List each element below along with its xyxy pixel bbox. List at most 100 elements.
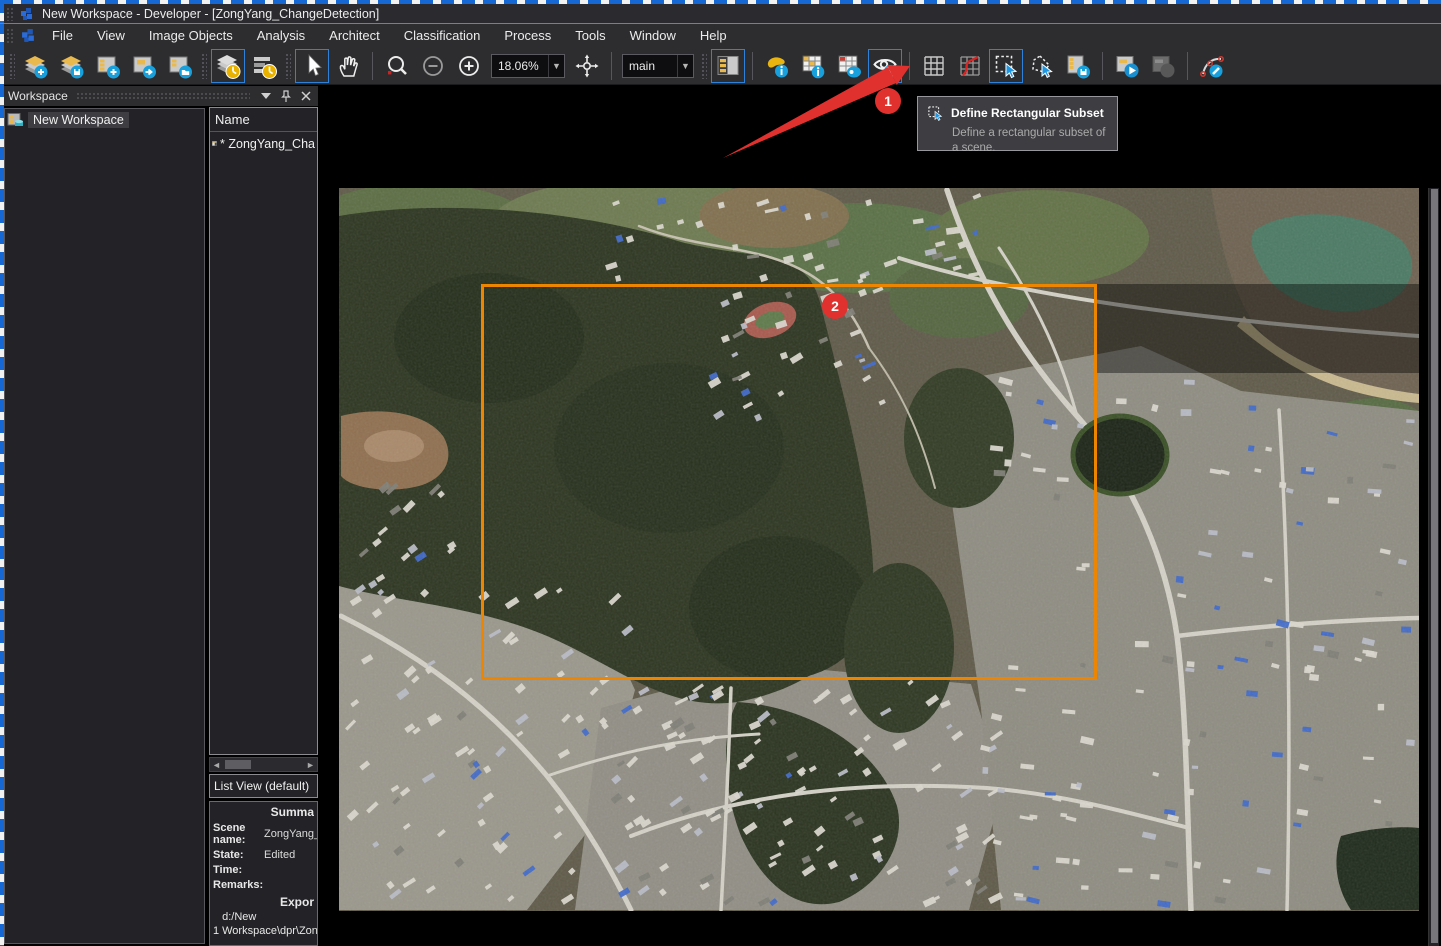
object-table-icon [835,52,863,80]
zoom-in-icon [455,52,483,80]
map-combo[interactable]: main ▼ [622,54,694,78]
time-label: Time: [213,864,260,876]
rectangular-subset-icon [926,104,944,122]
toolbar-separator [752,52,753,80]
menu-help[interactable]: Help [688,24,739,47]
panel-pin-button[interactable] [278,88,294,104]
zoom-level-combo[interactable]: 18.06% ▼ [491,54,565,78]
workspace-panel-title: Workspace [8,89,68,103]
remarks-label: Remarks: [213,879,260,891]
workspace-files-panel: Name * ZongYang_Cha [209,107,318,755]
export-path: d:/New Workspace\dpr\Zong [222,911,318,939]
zoom-in-button[interactable] [452,49,486,83]
feature-view-button[interactable] [796,49,830,83]
menu-image-objects[interactable]: Image Objects [137,24,245,47]
summary-header: Summa [213,805,314,819]
pan-to-center-button[interactable] [570,49,604,83]
workspace-tree-panel: New Workspace [4,108,205,944]
annotation-step-1: 1 [875,88,901,114]
zoom-out-button[interactable] [416,49,450,83]
file-row-zongyang[interactable]: * ZongYang_Cha [210,132,317,155]
menu-view[interactable]: View [85,24,137,47]
scroll-right-arrow-icon[interactable]: ► [304,758,317,771]
close-icon [301,91,311,101]
toolbar-separator [1102,52,1103,80]
workspace-window-button[interactable] [211,49,245,83]
map-name-value: main [629,59,671,73]
summary-panel: Summa Scene name:ZongYang_ State:Edited … [209,801,318,946]
zoom-area-icon [383,52,411,80]
view-layout-button[interactable] [711,49,745,83]
state-label: State: [213,849,260,861]
grid-cutline-icon [956,52,984,80]
menu-file[interactable]: File [40,24,85,47]
new-project-button[interactable] [19,49,53,83]
tree-item-new-workspace[interactable]: New Workspace [5,109,204,131]
define-rectangular-subset-button[interactable] [989,49,1023,83]
toolbar-separator [372,52,373,80]
menu-window[interactable]: Window [618,24,688,47]
zoom-level-value: 18.06% [498,59,542,73]
toolbar-separator [285,53,291,79]
scene-name-label: Scene name: [213,822,260,846]
title-bar: New Workspace - Developer - [ZongYang_Ch… [4,4,1441,23]
show-grid-button[interactable] [917,49,951,83]
menu-process[interactable]: Process [492,24,563,47]
define-polygon-subset-button[interactable] [1025,49,1059,83]
select-tool-button[interactable] [295,49,329,83]
menu-tools[interactable]: Tools [563,24,617,47]
app-logo-icon [20,7,34,21]
image-object-information-button[interactable] [760,49,794,83]
scrollbar-track[interactable] [223,758,304,771]
save-project-icon [58,52,86,80]
toggle-cutline-button[interactable] [953,49,987,83]
chevron-down-icon[interactable]: ▼ [548,55,564,77]
menu-analysis[interactable]: Analysis [245,24,317,47]
edit-polygon-button[interactable] [1195,49,1229,83]
scroll-left-arrow-icon[interactable]: ◄ [210,758,223,771]
chevron-down-icon[interactable]: ▼ [677,55,693,77]
panel-close-button[interactable] [298,88,314,104]
import-scene-button[interactable] [127,49,161,83]
scrollbar-thumb[interactable] [225,760,251,769]
create-scene-icon [94,52,122,80]
save-project-button[interactable] [55,49,89,83]
view-selector-value: List View (default) [214,779,309,793]
toolbar-separator [909,52,910,80]
create-scene-button[interactable] [91,49,125,83]
workspace-icon [214,52,242,80]
import-scene-icon [130,52,158,80]
pan-tool-button[interactable] [331,49,365,83]
object-info-icon [763,52,791,80]
edit-curve-icon [1198,52,1226,80]
object-table-button[interactable] [832,49,866,83]
caption-grip[interactable] [76,92,250,101]
view-settings-button[interactable] [868,49,902,83]
chevron-down-icon [261,93,271,99]
tooltip-title: Define Rectangular Subset [951,106,1104,120]
zoom-area-button[interactable] [380,49,414,83]
open-scene-button[interactable] [163,49,197,83]
stop-process-icon [1149,52,1177,80]
open-scene-icon [166,52,194,80]
file-row-label: * ZongYang_Cha [220,137,315,151]
files-column-header[interactable]: Name [210,108,317,132]
panel-menu-button[interactable] [258,88,274,104]
plate-view-button[interactable] [247,49,281,83]
scrollbar-thumb[interactable] [1431,189,1438,943]
state-value: Edited [264,849,314,861]
menu-classification[interactable]: Classification [392,24,493,47]
export-header: Expor [213,895,314,909]
files-horizontal-scrollbar[interactable]: ◄ ► [209,757,318,772]
view-selector-combo[interactable]: List View (default) [209,774,318,798]
feature-view-icon [799,52,827,80]
menu-bar: File View Image Objects Analysis Archite… [4,24,1441,47]
menu-architect[interactable]: Architect [317,24,392,47]
export-row-index: 1 [213,925,219,939]
run-process-button[interactable] [1110,49,1144,83]
toolbar-separator [1187,52,1188,80]
map-view[interactable] [339,188,1419,911]
viewer-vertical-scrollbar[interactable] [1428,188,1439,946]
save-subset-button[interactable] [1061,49,1095,83]
workspace-panel-caption[interactable]: Workspace [4,86,318,106]
